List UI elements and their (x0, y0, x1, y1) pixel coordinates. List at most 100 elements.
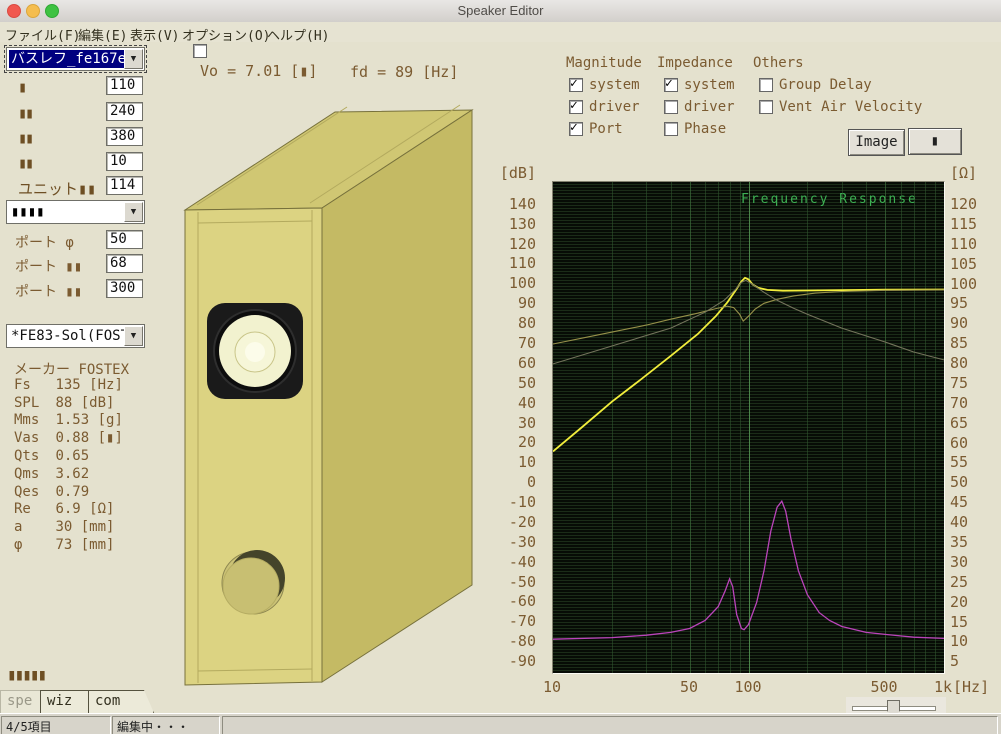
axis-tick-label: 60 (950, 434, 969, 452)
title-bar: Speaker Editor (0, 0, 1001, 23)
menu-file[interactable]: ファイル(F) (5, 25, 80, 44)
magnitude-group-title: Magnitude (566, 55, 642, 71)
group-delay-label: Group Delay (779, 77, 872, 93)
spec-mms-name: Mms (14, 412, 40, 429)
axis-tick-label: 10 (542, 678, 562, 696)
spec-re-name: Re (14, 501, 31, 518)
frequency-response-chart: Frequency Response (552, 181, 945, 674)
axis-tick-label: 65 (950, 414, 969, 432)
axis-tick-label: 50 (679, 678, 699, 696)
axis-tick-label: 95 (950, 294, 969, 312)
status-extra (222, 716, 998, 734)
status-edit-state: 編集中・・・ (112, 716, 220, 734)
spec-vas-name: Vas (14, 430, 40, 447)
box-param-field-4[interactable]: 10 (106, 152, 143, 171)
box-param-field-2[interactable]: 240 (106, 102, 143, 121)
menu-edit[interactable]: 編集(E) (78, 25, 127, 44)
impedance-system-checkbox[interactable] (664, 76, 678, 92)
status-item-count: 4/5項目 (1, 716, 111, 734)
spec-qes-name: Qes (14, 483, 40, 500)
series-system-impedance (553, 499, 944, 640)
spec-qts-name: Qts (14, 447, 40, 464)
spec-maker-value: FOSTEX (78, 362, 130, 378)
top-option-checkbox[interactable] (193, 44, 207, 58)
box-param-label-3: ▮▮ (18, 129, 34, 147)
axis-tick-label: [Ω] (950, 164, 978, 182)
impedance-driver-label: driver (684, 99, 735, 115)
magnitude-port-checkbox[interactable] (569, 120, 583, 136)
axis-tick-label: 45 (950, 493, 969, 511)
axis-tick-label: 1k (933, 678, 953, 696)
unit-type-combo[interactable]: ▮▮▮▮ ▼ (6, 200, 145, 224)
spec-qms-value: 3.62 (55, 465, 90, 482)
magnitude-port-label: Port (589, 121, 623, 137)
axis-tick-label: 80 (950, 354, 969, 372)
axis-tick-label: 120 (950, 195, 978, 213)
chevron-down-icon[interactable]: ▼ (124, 49, 143, 69)
spec-qms-name: Qms (14, 465, 40, 482)
series-port-magnitude (553, 279, 944, 365)
spec-fs-name: Fs (14, 376, 31, 393)
menu-options[interactable]: オプション(O) (182, 25, 270, 44)
magnitude-driver-label: driver (589, 99, 640, 115)
speaker-editor-window: Speaker Editor ファイル(F) 編集(E) 表示(V) オプション… (0, 0, 1001, 734)
group-delay-checkbox[interactable] (759, 78, 773, 92)
spec-phi-value: 73 [mm] (55, 536, 115, 553)
fd-value: fd = 89 [Hz] (350, 63, 459, 81)
driver-spec-list: メーカー FOSTEX Fs 135 [Hz] SPL 88 [dB] Mms … (14, 359, 129, 555)
spec-fs-value: 135 [Hz] (55, 376, 123, 393)
menu-help[interactable]: ヘルプ(H) (267, 25, 329, 44)
port-param-label-3: ポート ▮▮ (15, 284, 83, 300)
enclosure-file-combo[interactable]: バスレフ_fe167e.txt ▼ (4, 45, 147, 73)
impedance-driver-checkbox[interactable] (664, 100, 678, 114)
axis-tick-label: 85 (950, 334, 969, 352)
vo-value: Vo = 7.01 [▮] (200, 62, 318, 80)
axis-tick-label: 40 (950, 513, 969, 531)
unit-type-value: ▮▮▮▮ (11, 204, 45, 220)
bottom-block-indicators: ▮▮▮▮▮ (7, 665, 47, 684)
execute-button[interactable]: ▮ (908, 128, 962, 155)
spec-a-value: 30 [mm] (55, 519, 115, 536)
axis-tick-label: 55 (950, 453, 969, 471)
window-title: Speaker Editor (457, 3, 544, 18)
magnitude-driver-checkbox[interactable] (569, 98, 583, 114)
port-param-label-2: ポート ▮▮ (15, 259, 83, 275)
port-diameter-field[interactable]: 50 (106, 230, 143, 249)
box-param-field-1[interactable]: 110 (106, 76, 143, 95)
status-bar: 4/5項目 編集中・・・ (0, 713, 1001, 734)
port-diameter-label: ポート φ (15, 235, 74, 251)
impedance-group-title: Impedance (657, 55, 733, 71)
menu-view[interactable]: 表示(V) (130, 25, 179, 44)
port-param-field-3[interactable]: 300 (106, 279, 143, 298)
axis-tick-label: 115 (950, 215, 978, 233)
axis-tick-label: 20 (950, 593, 969, 611)
port-param-field-2[interactable]: 68 (106, 254, 143, 273)
series-system-magnitude (553, 276, 944, 453)
box-param-field-3[interactable]: 380 (106, 127, 143, 146)
impedance-phase-checkbox[interactable] (664, 122, 678, 136)
chevron-down-icon[interactable]: ▼ (124, 326, 143, 346)
image-button[interactable]: Image (848, 129, 905, 156)
axis-tick-label: [dB] (499, 164, 536, 182)
series-driver-magnitude (553, 289, 944, 345)
impedance-system-label: system (684, 77, 735, 93)
magnitude-system-checkbox[interactable] (569, 76, 583, 92)
spec-qts-value: 0.65 (55, 447, 90, 464)
axis-tick-label: 25 (950, 573, 969, 591)
box-param-label-2: ▮▮ (18, 104, 34, 122)
vent-air-velocity-checkbox[interactable] (759, 100, 773, 114)
spec-re-value: 6.9 [Ω] (55, 501, 115, 518)
axis-tick-label: 5 (950, 652, 960, 670)
spec-a-name: a (14, 519, 23, 536)
enclosure-file-value: バスレフ_fe167e.txt (9, 50, 124, 68)
driver-file-combo[interactable]: *FE83-Sol(FOSTE ▼ (6, 324, 145, 348)
axis-tick-label: 10 (950, 632, 969, 650)
axis-tick-label: 75 (950, 374, 969, 392)
spec-spl-value: 88 [dB] (55, 394, 115, 411)
axis-tick-label: 100 (950, 275, 978, 293)
chevron-down-icon[interactable]: ▼ (124, 202, 143, 222)
unit-param-field[interactable]: 114 (106, 176, 143, 195)
tab-com[interactable]: com (88, 690, 154, 713)
unit-param-label: ユニット▮▮ (18, 180, 97, 198)
axis-tick-label: 70 (950, 394, 969, 412)
